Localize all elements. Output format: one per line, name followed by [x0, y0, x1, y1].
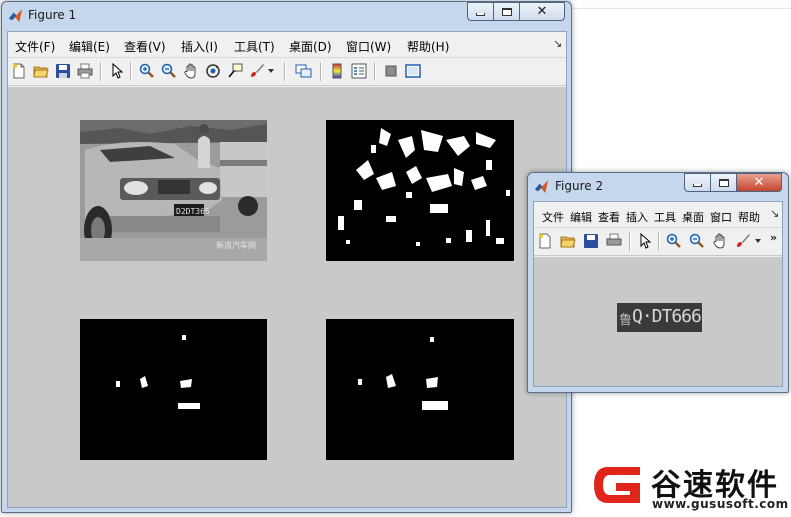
zoom-in-icon[interactable]	[665, 232, 683, 250]
dock-arrow-icon[interactable]: ↘	[770, 207, 779, 220]
figure-client-area: 文件(F) 编辑(E) 查看(V) 插入(I) 工具(T) 桌面(D) 窗口(W…	[7, 31, 567, 508]
minimize-button[interactable]	[467, 2, 494, 21]
restore-icon	[718, 178, 729, 187]
open-folder-icon[interactable]	[559, 232, 577, 250]
restore-icon	[501, 7, 512, 16]
menu-edit[interactable]: 编辑	[570, 209, 592, 225]
background-window-edge	[572, 0, 791, 9]
toolbar-separator	[320, 62, 322, 81]
menu-window[interactable]: 窗口	[710, 209, 732, 225]
license-plate-image: 鲁 Q·DT666	[617, 303, 702, 332]
link-plot-icon[interactable]	[295, 62, 313, 80]
figure-2-window[interactable]: Figure 2 ✕ 文件 编辑 查看 插入 工具 桌面 窗口 帮助 ↘ » 鲁…	[527, 172, 789, 393]
brush-icon[interactable]	[734, 232, 752, 250]
edge-binary-plot	[338, 128, 510, 246]
colorbar-icon[interactable]	[328, 62, 346, 80]
toolbar-separator	[100, 62, 102, 81]
select-arrow-icon[interactable]	[108, 62, 126, 80]
menu-tools[interactable]: 工具	[654, 209, 676, 225]
morphology-binary-plot	[116, 335, 200, 409]
grayscale-car-photo: D2DT365 新浪汽车网	[80, 120, 267, 261]
menu-desktop[interactable]: 桌面(D)	[289, 38, 332, 55]
watermark-url: www.gususoft.com	[652, 497, 789, 511]
figure-canvas: 鲁 Q·DT666	[534, 257, 782, 386]
rotate-3d-icon[interactable]	[204, 62, 222, 80]
pan-hand-icon[interactable]	[182, 62, 200, 80]
new-figure-icon[interactable]	[10, 62, 28, 80]
menu-view[interactable]: 查看(V)	[124, 38, 166, 55]
zoom-out-icon[interactable]	[688, 232, 706, 250]
brush-icon[interactable]	[248, 62, 266, 80]
dock-arrow-icon[interactable]: ↘	[553, 37, 562, 50]
show-plot-tools-icon[interactable]	[404, 62, 422, 80]
window-title: Figure 2	[555, 179, 604, 193]
menu-help[interactable]: 帮助	[738, 209, 760, 225]
matlab-logo-icon	[8, 8, 23, 23]
title-bar[interactable]: Figure 1 ✕	[2, 2, 571, 31]
matlab-logo-icon	[534, 179, 549, 194]
photo-watermark: 新浪汽车网	[216, 240, 256, 250]
hide-plot-tools-icon[interactable]	[382, 62, 400, 80]
toolbar-separator	[284, 62, 286, 81]
plate-number: Q·DT666	[632, 306, 702, 327]
menu-edit[interactable]: 编辑(E)	[69, 38, 110, 55]
select-arrow-icon[interactable]	[636, 232, 654, 250]
figure-canvas: D2DT365 新浪汽车网	[8, 87, 566, 507]
maximize-button[interactable]	[493, 2, 520, 21]
gususoft-logo-icon	[594, 467, 640, 503]
svg-text:D2DT365: D2DT365	[176, 207, 210, 216]
menu-help[interactable]: 帮助(H)	[407, 38, 449, 55]
plate-province: 鲁	[619, 313, 633, 328]
menu-insert[interactable]: 插入	[626, 209, 648, 225]
data-cursor-icon[interactable]	[226, 62, 244, 80]
close-button[interactable]: ✕	[736, 173, 782, 192]
figure-1-window[interactable]: Figure 1 ✕ 文件(F) 编辑(E) 查看(V) 插入(I) 工具(T)…	[1, 1, 572, 513]
menu-file[interactable]: 文件	[542, 209, 564, 225]
maximize-button[interactable]	[710, 173, 737, 192]
menu-view[interactable]: 查看	[598, 209, 620, 225]
toolbar-separator	[130, 62, 132, 81]
minimize-icon	[693, 184, 702, 187]
menu-window[interactable]: 窗口(W)	[346, 38, 391, 55]
car-photo-image: D2DT365 新浪汽车网	[80, 120, 267, 261]
toolbar-separator	[629, 232, 631, 251]
save-icon[interactable]	[582, 232, 600, 250]
filtered-binary-image	[326, 319, 514, 460]
save-icon[interactable]	[54, 62, 72, 80]
toolbar-overflow-icon[interactable]: »	[770, 231, 777, 244]
zoom-out-icon[interactable]	[160, 62, 178, 80]
filtered-binary-plot	[358, 337, 448, 410]
toolbar-separator	[374, 62, 376, 81]
minimize-icon	[476, 13, 485, 16]
zoom-in-icon[interactable]	[138, 62, 156, 80]
figure-toolbar	[8, 58, 566, 86]
print-icon[interactable]	[605, 232, 623, 250]
figure-client-area: 文件 编辑 查看 插入 工具 桌面 窗口 帮助 ↘ » 鲁 Q·DT666	[533, 201, 783, 387]
title-bar[interactable]: Figure 2 ✕	[528, 173, 788, 202]
morphology-binary-image	[80, 319, 267, 460]
menu-bar: 文件 编辑 查看 插入 工具 桌面 窗口 帮助 ↘	[534, 202, 782, 228]
menu-file[interactable]: 文件(F)	[15, 38, 55, 55]
print-icon[interactable]	[76, 62, 94, 80]
pan-hand-icon[interactable]	[711, 232, 729, 250]
close-button[interactable]: ✕	[519, 2, 565, 21]
window-title: Figure 1	[28, 8, 77, 22]
figure-toolbar: »	[534, 228, 782, 256]
brush-dropdown-icon[interactable]	[753, 232, 763, 250]
menu-bar: 文件(F) 编辑(E) 查看(V) 插入(I) 工具(T) 桌面(D) 窗口(W…	[8, 32, 566, 58]
menu-desktop[interactable]: 桌面	[682, 209, 704, 225]
menu-tools[interactable]: 工具(T)	[234, 38, 275, 55]
close-icon: ✕	[536, 4, 548, 19]
open-folder-icon[interactable]	[32, 62, 50, 80]
toolbar-separator	[658, 232, 660, 251]
minimize-button[interactable]	[684, 173, 711, 192]
menu-insert[interactable]: 插入(I)	[181, 38, 218, 55]
close-icon: ✕	[753, 175, 765, 190]
legend-icon[interactable]	[350, 62, 368, 80]
new-figure-icon[interactable]	[536, 232, 554, 250]
brush-dropdown-icon[interactable]	[266, 62, 276, 80]
edge-binary-image	[326, 120, 514, 261]
